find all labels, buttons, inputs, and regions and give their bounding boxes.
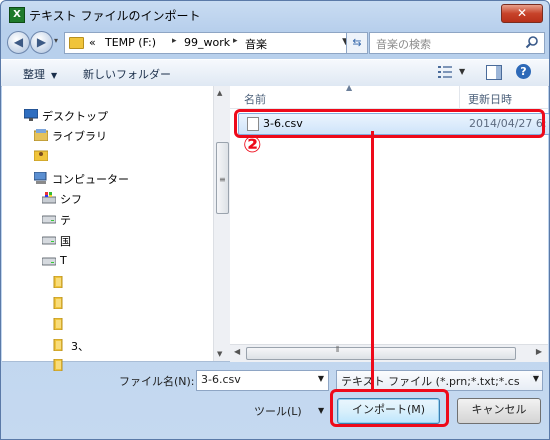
preview-pane-icon[interactable] xyxy=(486,65,502,80)
chevron-right-icon[interactable]: ▸ xyxy=(233,36,238,46)
back-button[interactable]: ◀ xyxy=(7,31,30,54)
file-list-pane: 名前 ▲ 更新日時 3-6.csv 2014/04/27 6: ◀ ⦀ ▶ xyxy=(230,83,549,362)
file-name: 3-6.csv xyxy=(263,117,303,130)
library-icon xyxy=(33,129,49,144)
scrollbar-thumb[interactable]: ⦀ xyxy=(246,345,516,360)
window-title: テキスト ファイルのインポート xyxy=(29,9,201,23)
view-options-icon[interactable] xyxy=(438,66,452,78)
file-list-horizontal-scrollbar[interactable]: ◀ ⦀ ▶ xyxy=(230,344,548,362)
navigation-pane: デスクトップライブラリコンピューターシフテ国 T 3、 xyxy=(2,86,213,372)
nav-item-label[interactable]: 国 xyxy=(60,233,71,249)
file-type-value: テキスト ファイル (*.prn;*.txt;*.cs xyxy=(341,375,520,388)
dialog-footer: ファイル名(N): 3-6.csv ▼ テキスト ファイル (*.prn;*.t… xyxy=(1,363,549,439)
folder-icon xyxy=(53,317,65,333)
chevron-down-icon[interactable]: ▼ xyxy=(529,374,539,383)
sort-ascending-icon: ▲ xyxy=(346,83,353,92)
filename-field[interactable]: 3-6.csv ▼ xyxy=(196,370,329,391)
excel-icon: X xyxy=(9,7,25,23)
csv-file-icon xyxy=(247,117,259,131)
step-marker: ② xyxy=(243,133,262,158)
nav-item-label[interactable]: T xyxy=(60,254,67,267)
recent-locations-dropdown[interactable]: ▾ xyxy=(54,36,58,45)
chevron-down-icon[interactable]: ▼ xyxy=(318,374,324,383)
filename-value: 3-6.csv xyxy=(201,373,241,386)
annotation-connector-line xyxy=(371,131,374,390)
nav-item-label[interactable]: テ xyxy=(60,212,71,228)
drive-icon xyxy=(41,234,57,249)
cancel-button[interactable]: キャンセル xyxy=(457,398,541,424)
chevron-down-icon[interactable]: ▼ xyxy=(318,406,324,415)
address-bar[interactable]: « TEMP (F:) ▸ 99_work ▸ 音楽 ▼ xyxy=(64,32,355,54)
name-column-header[interactable]: 名前 xyxy=(244,91,266,107)
scroll-up-arrow-icon[interactable]: ▲ xyxy=(217,89,222,97)
chevron-down-icon: ▼ xyxy=(51,71,58,80)
file-date: 2014/04/27 6: xyxy=(469,117,547,130)
organize-label: 整理 xyxy=(23,68,45,81)
forward-button[interactable]: ▶ xyxy=(30,31,53,54)
folder-icon xyxy=(53,338,65,354)
grip-icon: ≡ xyxy=(219,175,226,184)
computer-icon xyxy=(33,171,48,187)
search-icon[interactable] xyxy=(525,35,539,49)
nav-item-label[interactable]: シフ xyxy=(60,191,82,207)
breadcrumb-drive[interactable]: TEMP (F:) xyxy=(105,36,156,49)
help-icon[interactable]: ? xyxy=(516,64,531,79)
file-row[interactable]: 3-6.csv 2014/04/27 6: xyxy=(238,113,549,135)
navigation-pane-scrollbar[interactable]: ▲ ≡ ▼ xyxy=(213,86,230,361)
drive-icon xyxy=(41,213,57,228)
refresh-button[interactable]: ⇆ xyxy=(346,32,368,54)
organize-menu-button[interactable]: 整理 ▼ xyxy=(23,66,57,82)
import-button[interactable]: インポート(M) xyxy=(337,398,440,424)
scroll-left-arrow-icon[interactable]: ◀ xyxy=(234,347,240,356)
scrollbar-thumb[interactable]: ≡ xyxy=(216,142,229,214)
tools-button[interactable]: ツール(L) xyxy=(254,403,302,419)
grip-icon: ⦀ xyxy=(336,345,340,354)
breadcrumb-folder[interactable]: 99_work xyxy=(184,36,230,49)
desktop-icon xyxy=(23,108,39,124)
nav-item-label[interactable]: 3、 xyxy=(71,338,89,354)
search-input[interactable]: 音楽の検索 xyxy=(369,32,545,54)
filename-label: ファイル名(N): xyxy=(119,375,195,388)
chevron-right-icon[interactable]: ▸ xyxy=(172,36,177,46)
scroll-down-arrow-icon[interactable]: ▼ xyxy=(217,350,222,358)
scroll-right-arrow-icon[interactable]: ▶ xyxy=(536,347,542,356)
folder-icon xyxy=(69,37,84,49)
breadcrumb-current[interactable]: 音楽 xyxy=(245,36,267,52)
browser-area: デスクトップライブラリコンピューターシフテ国 T 3、 ▲ ≡ ▼ 名前 ▲ 更新日… xyxy=(2,83,549,372)
nav-item-label[interactable]: コンピューター xyxy=(52,171,129,187)
date-modified-column-header[interactable]: 更新日時 xyxy=(468,91,512,107)
search-placeholder: 音楽の検索 xyxy=(376,38,431,51)
column-headers: 名前 ▲ 更新日時 xyxy=(230,83,548,109)
nav-item-label[interactable]: デスクトップ xyxy=(42,108,108,124)
chevron-down-icon[interactable]: ▼ xyxy=(459,67,465,76)
navigation-bar: ◀ ▶ ▾ « TEMP (F:) ▸ 99_work ▸ 音楽 ▼ ⇆ 音楽の… xyxy=(1,29,549,57)
nav-item-label[interactable]: ライブラリ xyxy=(52,128,107,144)
drive-icon xyxy=(41,255,57,270)
column-divider[interactable] xyxy=(459,86,460,108)
user-folder-icon xyxy=(33,149,49,164)
new-folder-button[interactable]: 新しいフォルダー xyxy=(83,66,171,82)
breadcrumb-overflow[interactable]: « xyxy=(89,36,96,49)
title-bar: X テキスト ファイルのインポート ✕ xyxy=(1,1,549,27)
import-text-file-dialog: X テキスト ファイルのインポート ✕ ◀ ▶ ▾ « TEMP (F:) ▸ … xyxy=(0,0,550,440)
folder-icon xyxy=(53,296,65,312)
folder-icon xyxy=(53,275,65,291)
command-toolbar: 整理 ▼ 新しいフォルダー ▼ ? xyxy=(1,59,549,87)
close-button[interactable]: ✕ xyxy=(501,4,543,23)
file-type-select[interactable]: テキスト ファイル (*.prn;*.txt;*.cs ▼ xyxy=(336,370,543,391)
system-drive-icon xyxy=(41,192,57,207)
